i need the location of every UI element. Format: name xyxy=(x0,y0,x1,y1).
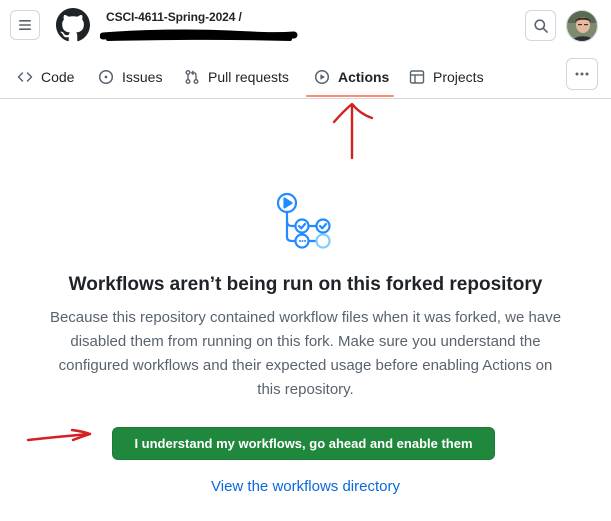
table-icon xyxy=(409,70,425,84)
code-icon xyxy=(17,72,33,82)
tab-label: Pull requests xyxy=(208,69,289,85)
annotation-right-arrow xyxy=(26,428,92,442)
enable-workflows-button[interactable]: I understand my workflows, go ahead and … xyxy=(112,427,495,460)
more-tabs-button[interactable] xyxy=(566,58,598,90)
redaction-scribble xyxy=(100,29,298,41)
issue-opened-icon xyxy=(98,69,114,85)
kebab-horizontal-icon xyxy=(575,72,589,76)
blankslate-description: Because this repository contained workfl… xyxy=(49,309,562,398)
tab-label: Actions xyxy=(338,69,390,85)
tab-issues[interactable]: Issues xyxy=(98,56,162,98)
git-pull-request-icon xyxy=(185,70,199,84)
avatar[interactable] xyxy=(566,10,598,42)
repo-owner-link[interactable]: CSCI-4611-Spring-2024 / xyxy=(106,10,242,24)
search-button[interactable] xyxy=(525,10,556,41)
tab-label: Projects xyxy=(433,69,484,85)
repo-header: CSCI-4611-Spring-2024 / Code Issues Pull… xyxy=(0,0,611,99)
annotation-up-arrow xyxy=(332,102,374,160)
three-bars-icon xyxy=(19,20,31,30)
tab-actions[interactable]: Actions xyxy=(314,56,389,98)
tab-projects[interactable]: Projects xyxy=(409,56,484,98)
search-icon xyxy=(533,18,548,33)
tab-label: Issues xyxy=(122,69,163,85)
active-tab-underline xyxy=(306,95,394,97)
workflow-icon xyxy=(276,192,331,249)
github-logo-icon[interactable] xyxy=(56,8,90,42)
tab-code[interactable]: Code xyxy=(17,56,74,98)
user-photo-icon xyxy=(567,11,597,41)
tab-label: Code xyxy=(41,69,75,85)
view-workflows-directory-link[interactable]: View the workflows directory xyxy=(0,478,611,495)
play-icon xyxy=(314,69,330,85)
blankslate-title: Workflows aren’t being run on this forke… xyxy=(68,274,543,295)
repo-nav-tabs: Code Issues Pull requests Actions Projec… xyxy=(0,56,560,98)
hamburger-menu-button[interactable] xyxy=(10,10,40,40)
tab-pull-requests[interactable]: Pull requests xyxy=(184,56,289,98)
